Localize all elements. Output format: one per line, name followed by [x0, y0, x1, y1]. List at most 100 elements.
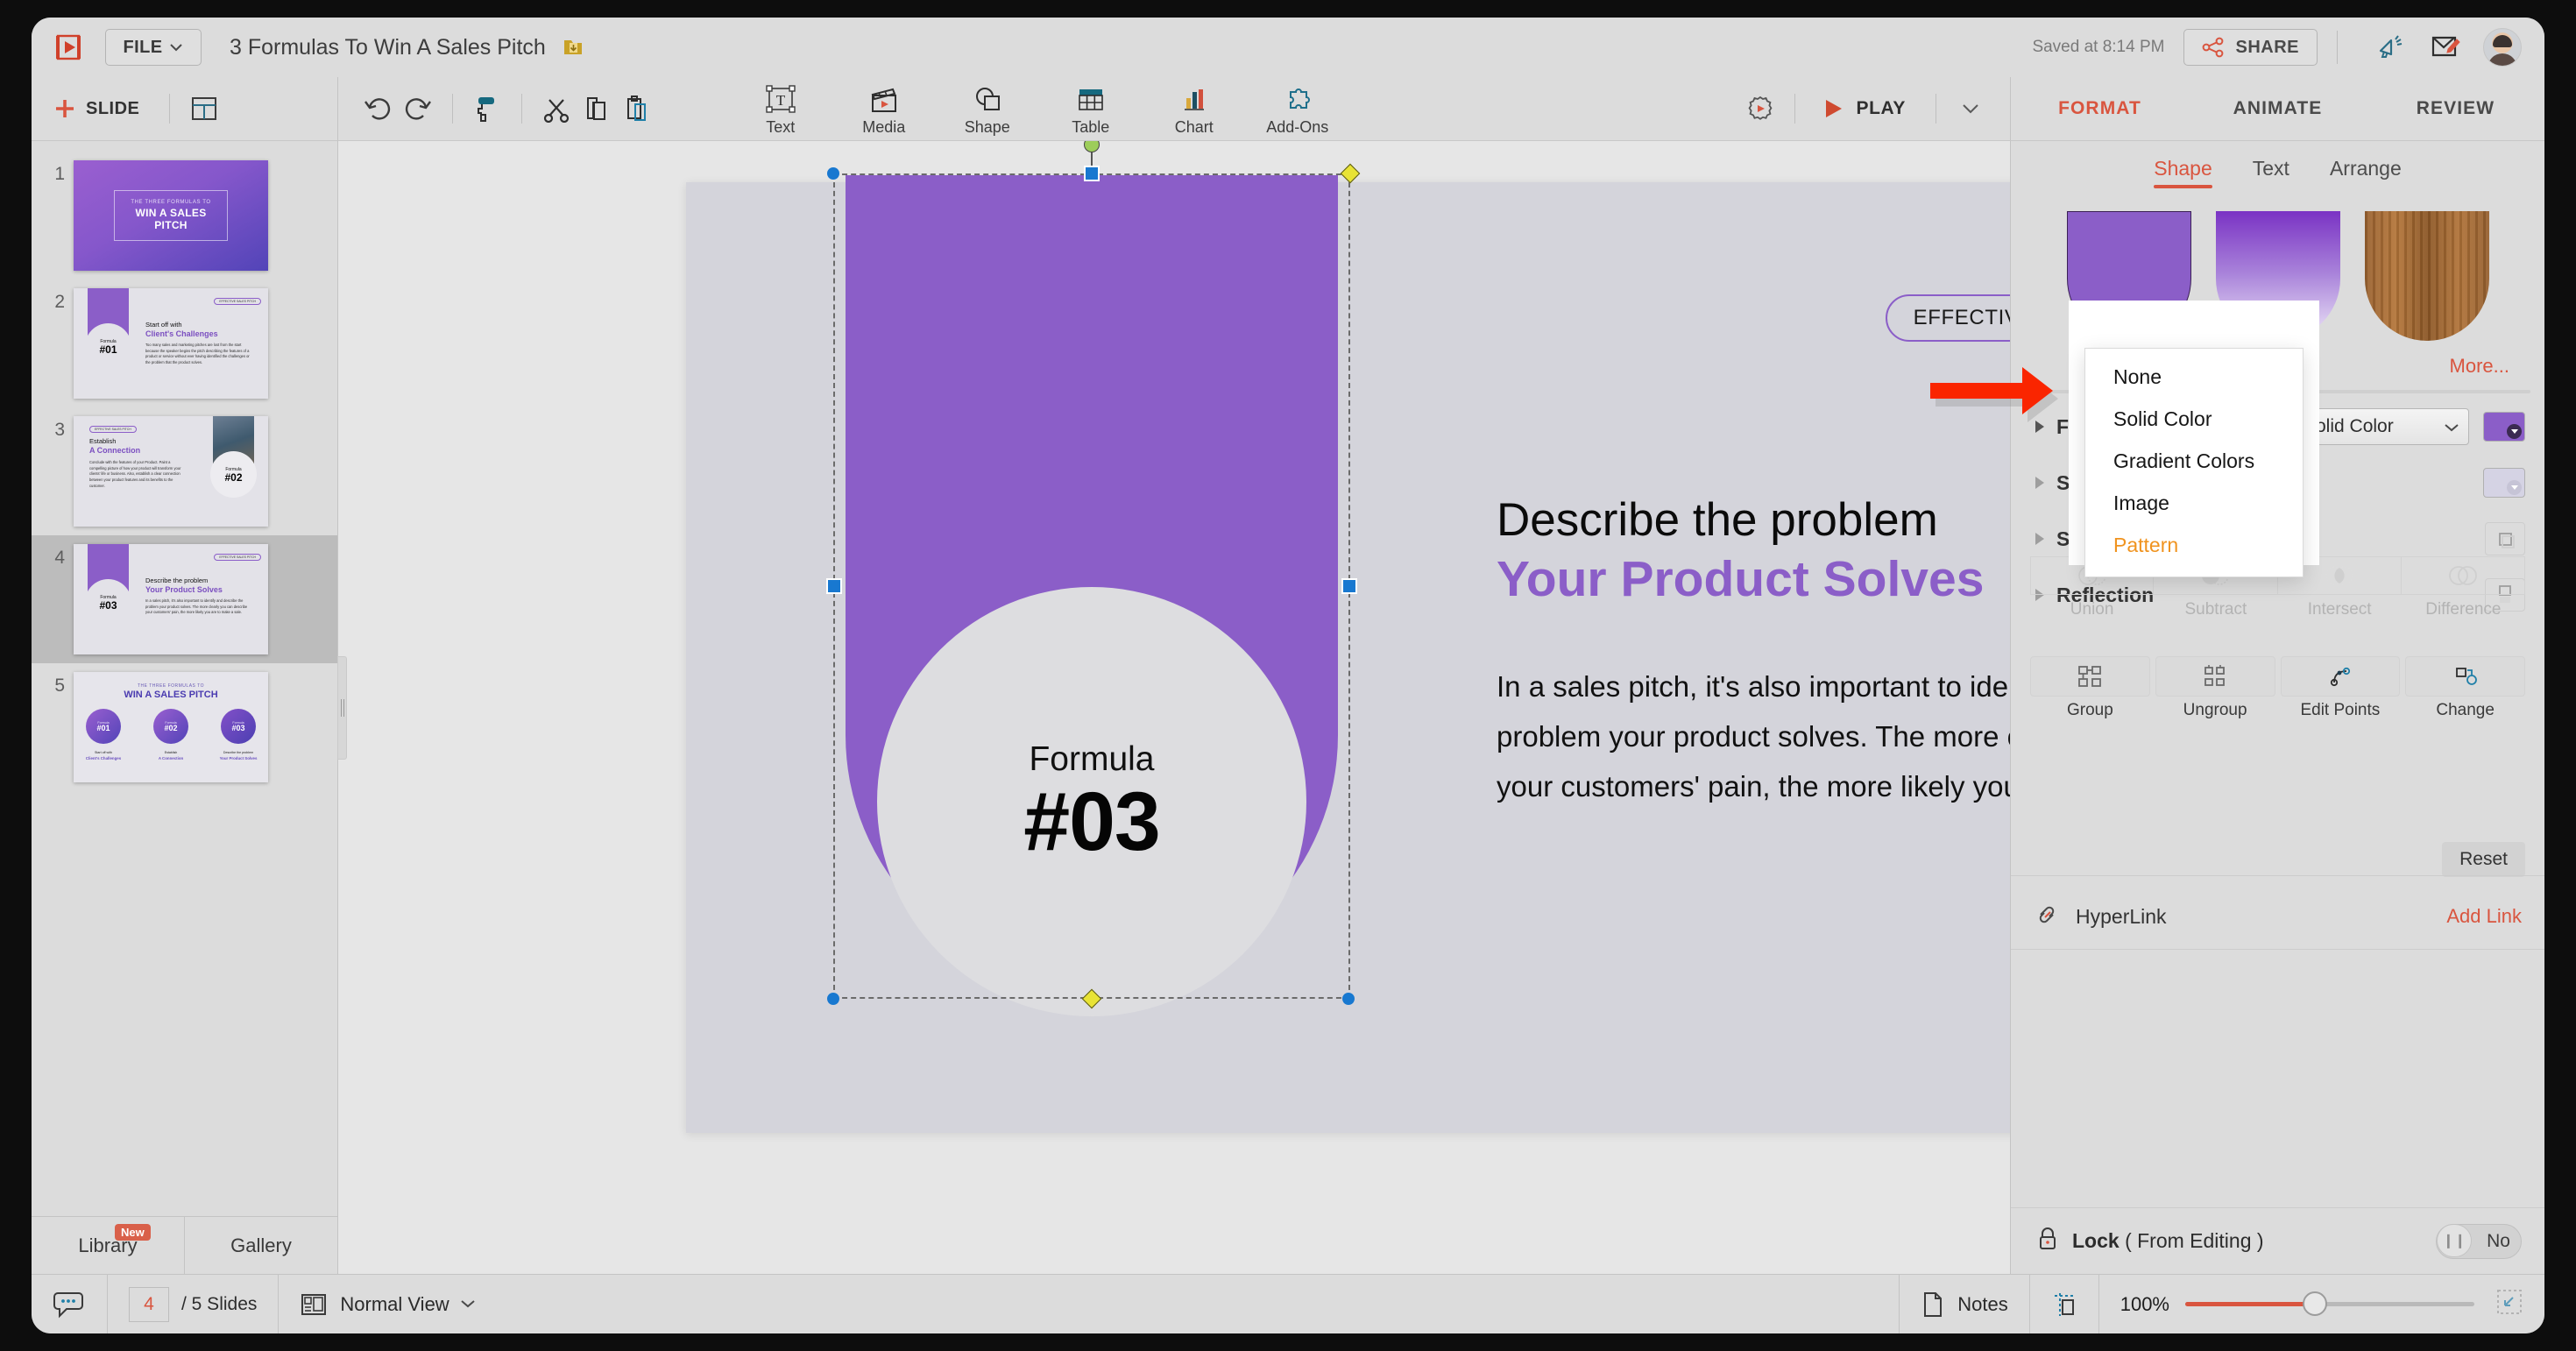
play-button[interactable]: PLAY [1809, 97, 1921, 120]
add-slide-button[interactable]: SLIDE [53, 96, 139, 121]
fill-type-select[interactable]: Solid Color [2294, 408, 2469, 445]
guides-button[interactable] [2030, 1275, 2099, 1333]
announcements-icon[interactable] [2371, 29, 2411, 66]
format-sub-tabs: Shape Text Arrange [2011, 141, 2544, 204]
zoom-slider-knob[interactable] [2303, 1291, 2327, 1316]
table-icon [1078, 88, 1103, 110]
insert-text-button[interactable]: T Text [729, 81, 832, 137]
plus-icon [56, 100, 74, 117]
slide-thumbnail-row-1[interactable]: 1 THE THREE FORMULAS TO WIN A SALES PITC… [32, 152, 337, 279]
slide-thumbnail-2[interactable]: Formula #01 EFFECTIVE SALES PITCH Start … [74, 288, 268, 399]
panel-collapse-handle[interactable] [337, 655, 347, 760]
fill-color-swatch[interactable] [2483, 412, 2525, 442]
view-mode-selector[interactable]: Normal View [279, 1275, 496, 1333]
tab-review[interactable]: REVIEW [2367, 98, 2544, 119]
resize-handle-top-left[interactable] [827, 167, 839, 180]
paste-icon[interactable] [617, 88, 657, 129]
insert-chart-button[interactable]: Chart [1143, 81, 1246, 137]
thumb3-heading2: A Connection [89, 446, 141, 455]
resize-handle-bottom-right[interactable] [1342, 993, 1355, 1005]
move-to-folder-icon[interactable] [562, 36, 584, 59]
resize-handle-bottom-left[interactable] [827, 993, 839, 1005]
subtab-arrange[interactable]: Arrange [2330, 157, 2402, 188]
subtract-label: Subtract [2184, 600, 2247, 619]
play-options-chevron-icon[interactable] [1950, 88, 1991, 129]
app-logo-icon[interactable] [51, 30, 86, 65]
group-op-change[interactable]: Change [2405, 656, 2525, 720]
notes-button[interactable]: Notes [1899, 1275, 2030, 1333]
group-op-group[interactable]: Group [2030, 656, 2150, 720]
group-op-ungroup[interactable]: Ungroup [2155, 656, 2275, 720]
thumb2-body: Too many sales and marketing pitches are… [145, 343, 250, 364]
saved-status: Saved at 8:14 PM [2032, 38, 2165, 56]
dropdown-option-none[interactable]: None [2085, 356, 2303, 398]
tool-divider-2 [452, 94, 453, 124]
slide-thumbnail-5[interactable]: THE THREE FORMULAS TO WIN A SALES PITCH … [74, 672, 268, 782]
slide-thumbnail-4[interactable]: Formula #03 EFFECTIVE SALES PITCH Descri… [74, 544, 268, 654]
dropdown-option-gradient-colors[interactable]: Gradient Colors [2085, 440, 2303, 482]
current-slide-input[interactable]: 4 [129, 1286, 169, 1322]
slide-thumbnail-1[interactable]: THE THREE FORMULAS TO WIN A SALES PITCH [74, 160, 268, 271]
lock-toggle[interactable]: ❙❙ No [2436, 1223, 2522, 1259]
share-button[interactable]: SHARE [2183, 29, 2318, 66]
subtab-text[interactable]: Text [2253, 157, 2289, 188]
insert-shape-button[interactable]: Shape [936, 81, 1039, 137]
comments-button[interactable] [32, 1275, 108, 1333]
document-title[interactable]: 3 Formulas To Win A Sales Pitch [230, 35, 546, 60]
slide-counter: 4 / 5 Slides [108, 1275, 280, 1333]
slide-thumbnail-row-2[interactable]: 2 Formula #01 EFFECTIVE SALES PITCH Star… [32, 279, 337, 407]
dropdown-option-pattern[interactable]: Pattern [2085, 524, 2303, 566]
feedback-compose-icon[interactable] [2425, 29, 2466, 66]
user-avatar[interactable] [2483, 28, 2522, 67]
thumb2-heading1: Start off with [145, 321, 182, 329]
format-panel-tabs: FORMAT ANIMATE REVIEW [2010, 77, 2544, 140]
copy-icon[interactable] [577, 88, 617, 129]
tab-format[interactable]: FORMAT [2011, 98, 2189, 119]
resize-handle-middle-right[interactable] [1341, 578, 1357, 594]
fill-type-dropdown[interactable]: None Solid Color Gradient Colors Image P… [2084, 348, 2304, 577]
slide-body-text[interactable]: In a sales pitch, it's also important to… [1497, 661, 2010, 811]
dropdown-option-image[interactable]: Image [2085, 482, 2303, 524]
insert-table-button[interactable]: Table [1039, 81, 1143, 137]
ungroup-icon [2155, 656, 2275, 697]
selection-bounding-box [833, 173, 1350, 999]
slide-heading-2[interactable]: Your Product Solves [1497, 550, 1984, 608]
slide-thumbnail-row-4[interactable]: 4 Formula #03 EFFECTIVE SALES PITCH Desc… [32, 535, 337, 663]
zoom-slider[interactable] [2185, 1291, 2474, 1316]
slide-layout-icon[interactable] [184, 88, 224, 129]
slide-thumbnail-3[interactable]: Formula #02 EFFECTIVE SALES PITCH Establ… [74, 416, 268, 527]
stroke-color-swatch[interactable] [2483, 468, 2525, 498]
dropdown-option-solid-color[interactable]: Solid Color [2085, 398, 2303, 440]
shape-preset-wood-texture[interactable] [2364, 211, 2489, 341]
redo-icon[interactable] [398, 88, 438, 129]
cut-icon[interactable] [536, 88, 577, 129]
edit-points-icon [2280, 656, 2401, 697]
subtab-shape[interactable]: Shape [2154, 157, 2212, 188]
shadow-preview-button[interactable] [2485, 522, 2525, 555]
format-painter-icon[interactable] [467, 88, 507, 129]
slide-thumbnail-row-3[interactable]: 3 Formula #02 EFFECTIVE SALES PITCH Esta… [32, 407, 337, 535]
resize-handle-middle-left[interactable] [826, 578, 842, 594]
fit-to-screen-icon[interactable] [2495, 1288, 2523, 1320]
tab-gallery[interactable]: Gallery [184, 1217, 337, 1274]
settings-gear-icon[interactable] [1740, 88, 1780, 129]
group-op-edit-points[interactable]: Edit Points [2280, 656, 2401, 720]
reset-button[interactable]: Reset [2442, 842, 2525, 877]
file-menu-button[interactable]: FILE [105, 29, 202, 66]
add-link-button[interactable]: Add Link [2446, 905, 2522, 928]
effective-sales-pitch-badge[interactable]: EFFECTIVE SALES PITCH [1885, 294, 2010, 342]
status-bar-right: Notes 100% [1899, 1275, 2544, 1333]
tab-animate[interactable]: ANIMATE [2189, 98, 2367, 119]
slide-canvas-area[interactable]: Formula #03 EFFECTIVE SALES PITCH Descri… [338, 140, 2010, 1274]
slide-heading-1[interactable]: Describe the problem [1497, 493, 1938, 547]
slide-thumbnail-row-5[interactable]: 5 THE THREE FORMULAS TO WIN A SALES PITC… [32, 663, 337, 791]
insert-media-button[interactable]: Media [832, 81, 936, 137]
tab-library[interactable]: New Library [32, 1217, 184, 1274]
slide-stage[interactable]: Formula #03 EFFECTIVE SALES PITCH Descri… [686, 141, 2010, 1133]
resize-handle-top-center[interactable] [1084, 166, 1100, 181]
undo-icon[interactable] [357, 88, 398, 129]
thumb5-c3-cap1: Describe the problem [223, 751, 254, 754]
insert-addons-button[interactable]: Add-Ons [1246, 81, 1349, 137]
zoom-control[interactable]: 100% [2099, 1275, 2544, 1333]
rotate-handle[interactable] [1084, 141, 1100, 152]
